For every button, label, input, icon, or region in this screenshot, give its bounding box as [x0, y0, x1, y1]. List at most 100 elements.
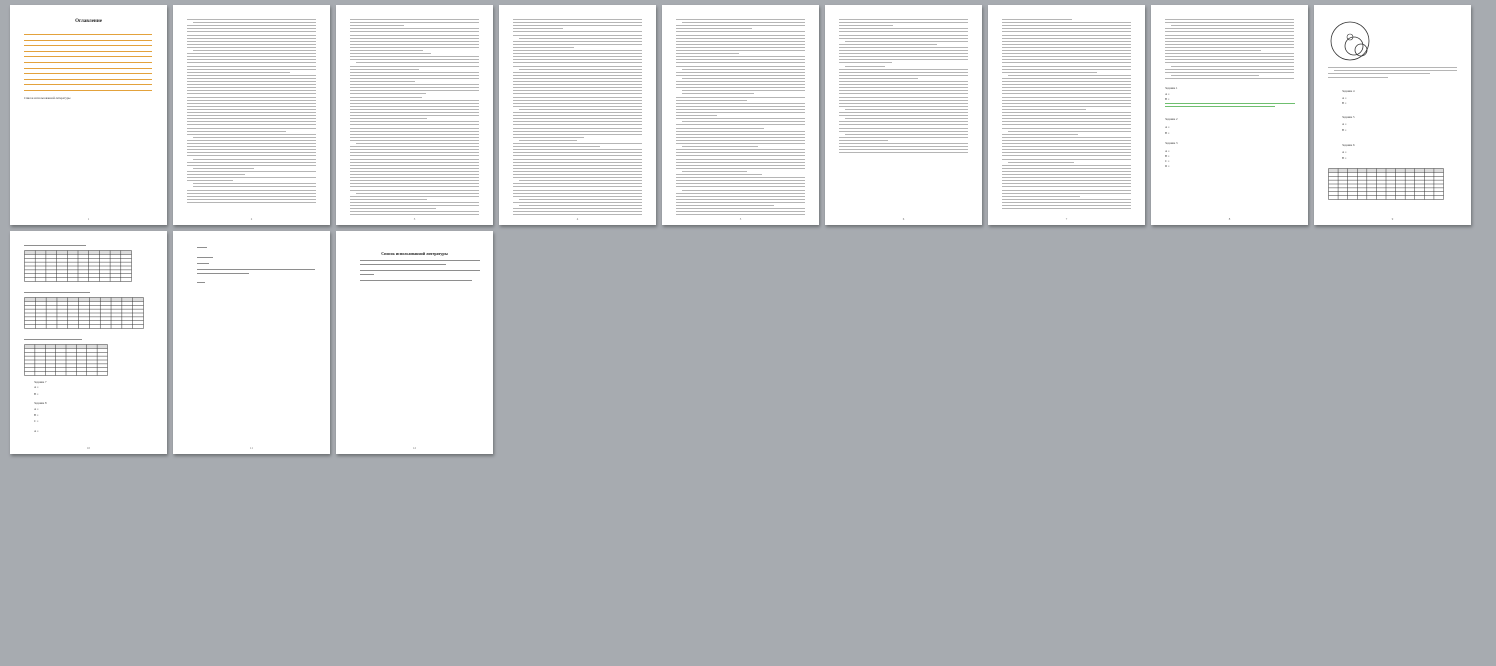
page-number: 4 [576, 217, 579, 221]
text-line [1002, 50, 1131, 51]
text-line [513, 158, 642, 160]
task-heading: Задание 7 [34, 380, 47, 384]
answer-b: В = [1342, 101, 1347, 105]
text-line [676, 46, 805, 48]
text-line [187, 40, 316, 42]
text-line [676, 192, 805, 194]
text-line [187, 108, 316, 110]
text-line [1002, 81, 1131, 82]
task-heading: Задание 5 [1342, 115, 1355, 119]
text-line [513, 22, 642, 24]
text-line [839, 28, 968, 30]
page-number: 2 [250, 217, 253, 221]
text-line [676, 139, 805, 141]
page-number: 11 [250, 446, 253, 450]
toc-entry[interactable] [24, 90, 152, 91]
text-line [839, 53, 968, 55]
answer-a: А = [1165, 149, 1170, 153]
text-line [839, 102, 968, 104]
text-line [350, 99, 479, 101]
text-line [513, 93, 642, 95]
text-line [845, 65, 886, 67]
text-line [676, 205, 774, 206]
text-line [513, 19, 642, 20]
text-line [350, 211, 479, 213]
text-line [350, 53, 431, 55]
text-line [1002, 37, 1131, 39]
text-line [1165, 50, 1262, 51]
toc-entry[interactable] [24, 78, 152, 80]
text-line [350, 28, 479, 30]
text-line [187, 56, 316, 58]
toc-entry[interactable] [24, 56, 152, 58]
toc-entry[interactable] [24, 73, 152, 75]
text-line [1002, 127, 1131, 129]
text-line [513, 143, 642, 144]
text-line [1171, 65, 1294, 67]
toc-entry[interactable] [24, 62, 152, 63]
formula-line [24, 292, 90, 293]
text-line [1002, 59, 1131, 61]
text-line [350, 189, 479, 191]
text-line [676, 161, 805, 163]
text-line [187, 28, 316, 30]
text-line [513, 177, 642, 179]
text-line [187, 143, 316, 144]
text-line [839, 74, 968, 76]
text-line [350, 195, 479, 197]
text-line [350, 205, 479, 206]
text-line [839, 124, 968, 126]
text-line [1002, 155, 1131, 157]
text-line [187, 201, 316, 203]
text-line [350, 74, 479, 76]
text-line [187, 130, 287, 132]
text-line [350, 115, 479, 117]
text-line [513, 130, 642, 132]
text-line [839, 25, 894, 27]
venn-diagram [1330, 21, 1370, 61]
text-line [513, 87, 642, 89]
text-line [1002, 189, 1131, 191]
text-line [513, 25, 642, 27]
text-line [845, 40, 968, 42]
toc-entry[interactable] [24, 67, 152, 69]
text-line [519, 68, 642, 70]
text-line [676, 201, 805, 203]
text-line [676, 25, 805, 27]
toc-entry[interactable] [24, 45, 152, 47]
task-heading: Задание 8 [34, 401, 47, 405]
text-line [350, 56, 479, 58]
text-line [187, 90, 316, 92]
text-line [350, 208, 437, 210]
text-line [1002, 108, 1087, 110]
text-line [187, 93, 316, 95]
text-line [839, 149, 968, 151]
text-line [839, 115, 968, 117]
text-line [350, 112, 479, 113]
text-line [1002, 46, 1131, 48]
text-line [519, 205, 642, 206]
text-line [676, 158, 805, 160]
text-line [350, 22, 479, 24]
formula-line [24, 339, 82, 340]
toc-entry[interactable] [24, 50, 152, 52]
text-line [350, 136, 479, 138]
text-line [839, 93, 968, 95]
page-number: 8 [1228, 217, 1231, 221]
toc-entry[interactable] [24, 39, 152, 41]
toc-entry[interactable] [24, 34, 152, 35]
text-line [519, 180, 642, 182]
toc-last-entry: Список использованной литературы [24, 96, 71, 100]
text-line [513, 46, 574, 48]
text-line [1165, 59, 1294, 61]
text-line [676, 186, 805, 188]
reference-item [360, 274, 374, 275]
page-3-text: 3 [336, 5, 493, 225]
text-line [350, 34, 479, 36]
text-line [676, 102, 805, 104]
text-line [356, 192, 479, 194]
text-line [187, 31, 316, 33]
text-line [187, 65, 316, 67]
text-line [839, 22, 968, 24]
toc-entry[interactable] [24, 84, 152, 86]
